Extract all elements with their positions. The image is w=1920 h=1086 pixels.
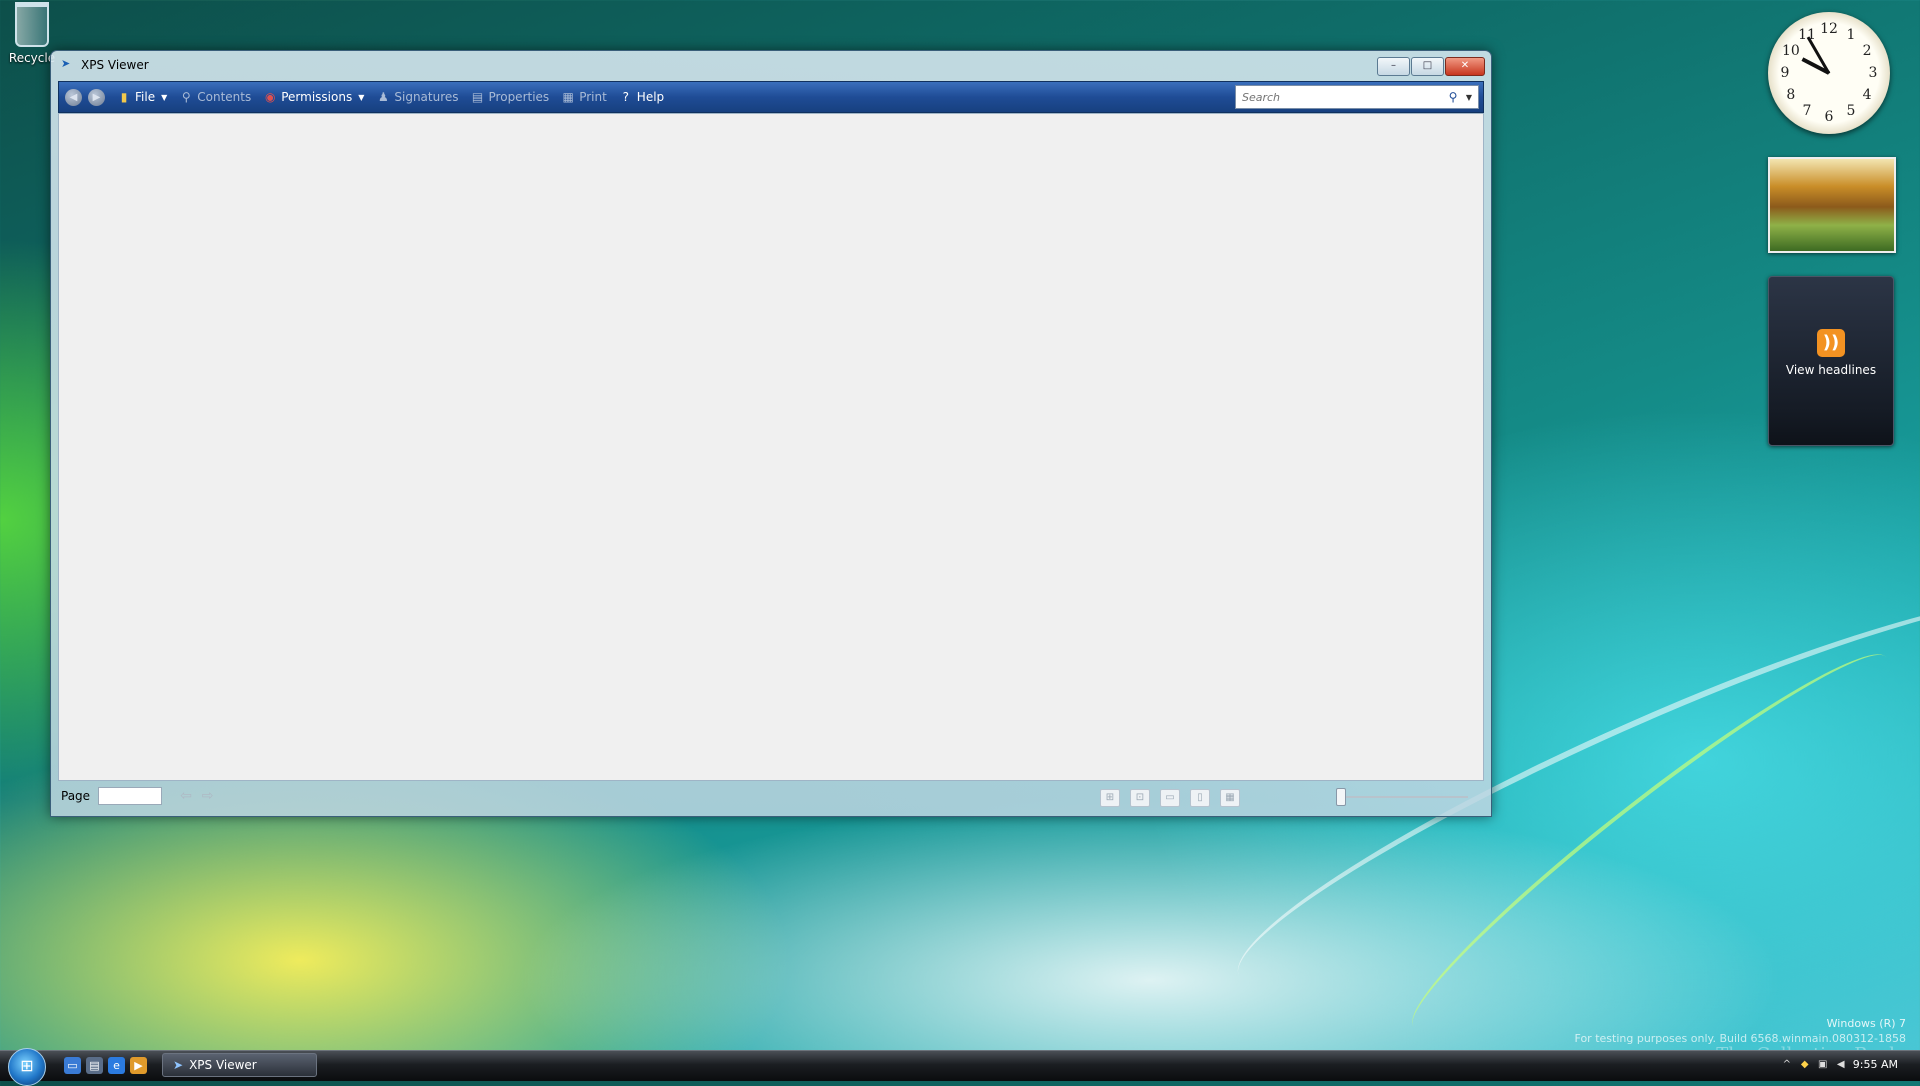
- taskbar-button-label: XPS Viewer: [189, 1058, 257, 1072]
- toolbar-help-button[interactable]: ? Help: [619, 90, 665, 104]
- window-title: XPS Viewer: [81, 58, 149, 72]
- page-label: Page: [61, 789, 91, 803]
- contents-icon: ⚲: [181, 90, 191, 104]
- media-player-icon[interactable]: ▶: [130, 1057, 147, 1074]
- slideshow-gadget[interactable]: [1768, 157, 1896, 253]
- clock-numeral: 3: [1868, 65, 1878, 81]
- next-page-arrow-icon[interactable]: ⇨: [202, 788, 214, 804]
- recycle-bin-label: Recycle: [8, 51, 56, 65]
- search-options-chevron-down-icon[interactable]: ▼: [1462, 93, 1476, 102]
- view-headlines-label[interactable]: View headlines: [1769, 363, 1893, 377]
- clock-numeral: 5: [1846, 103, 1856, 120]
- recycle-bin-icon: [15, 2, 49, 47]
- search-input[interactable]: [1240, 87, 1444, 107]
- toolbar-label: File: [135, 90, 156, 104]
- toolbar-label: Properties: [488, 90, 550, 104]
- show-desktop-icon[interactable]: ▭: [64, 1057, 81, 1074]
- build-watermark: Windows (R) 7 For testing purposes only.…: [1575, 1016, 1906, 1046]
- actual-size-icon[interactable]: ⊞: [1100, 789, 1120, 807]
- toolbar-file-menu[interactable]: ▮ File ▼: [117, 90, 168, 104]
- search-box: ⚲ ▼: [1235, 85, 1479, 109]
- maximize-button[interactable]: □: [1411, 57, 1444, 76]
- status-bar: Page ⇦ ⇨ ⊞ ⊡ ▭ ▯ ▦: [58, 781, 1482, 811]
- file-icon: ▮: [120, 90, 128, 104]
- switch-windows-icon[interactable]: ▤: [86, 1057, 103, 1074]
- print-icon: ▦: [562, 90, 574, 104]
- network-icon[interactable]: ▣: [1817, 1059, 1829, 1071]
- clock-numeral: 8: [1786, 87, 1796, 103]
- volume-icon[interactable]: ◀: [1835, 1059, 1847, 1071]
- rss-icon: )): [1817, 329, 1845, 357]
- chevron-down-icon: ▼: [358, 92, 365, 102]
- xps-viewer-window: ➤ XPS Viewer – □ ✕ ◀ ▶ ▮ File ▼ ⚲ Contents ◉ P…: [50, 50, 1492, 817]
- xps-app-icon: ➤: [173, 1058, 184, 1072]
- help-icon: ?: [622, 90, 629, 104]
- toolbar-label: Permissions: [281, 90, 353, 104]
- document-viewport[interactable]: [58, 113, 1484, 781]
- clock-numeral: 7: [1802, 103, 1812, 120]
- toolbar-permissions-menu[interactable]: ◉ Permissions ▼: [263, 90, 364, 104]
- forward-button[interactable]: ▶: [88, 88, 105, 106]
- toolbar-signatures-button[interactable]: ♟ Signatures: [376, 90, 459, 104]
- toolbar-properties-button[interactable]: ▤ Properties: [471, 90, 550, 104]
- permissions-icon: ◉: [264, 90, 276, 104]
- properties-icon: ▤: [471, 90, 484, 104]
- zoom-slider-thumb[interactable]: [1336, 788, 1346, 806]
- taskbar: ⊞ ▭ ▤ e ▶ ➤ XPS Viewer ^ ◆ ▣ ◀ 9:55 AM: [0, 1048, 1920, 1086]
- toolbar-label: Signatures: [394, 90, 459, 104]
- quick-launch: ▭ ▤ e ▶: [64, 1057, 147, 1074]
- search-icon[interactable]: ⚲: [1444, 90, 1462, 104]
- two-pages-icon[interactable]: ▯: [1190, 789, 1210, 807]
- toolbar-contents-button[interactable]: ⚲ Contents: [179, 90, 251, 104]
- toolbar-print-button[interactable]: ▦ Print: [561, 90, 607, 104]
- chevron-down-icon: ▼: [161, 92, 168, 102]
- minimize-button[interactable]: –: [1377, 57, 1410, 76]
- fit-width-icon[interactable]: ⊡: [1130, 789, 1150, 807]
- clock-numeral: 11: [1798, 26, 1816, 43]
- toolbar-label: Help: [636, 90, 665, 104]
- xps-app-icon: ➤: [61, 57, 71, 70]
- signatures-icon: ♟: [377, 90, 389, 104]
- close-button[interactable]: ✕: [1445, 57, 1485, 76]
- clock-numeral: 9: [1780, 65, 1790, 81]
- taskbar-clock[interactable]: 9:55 AM: [1853, 1058, 1898, 1071]
- taskbar-xps-viewer-button[interactable]: ➤ XPS Viewer: [162, 1053, 317, 1077]
- command-toolbar: ◀ ▶ ▮ File ▼ ⚲ Contents ◉ Permissions ▼ ♟ Signatu…: [58, 81, 1484, 113]
- clock-numeral: 12: [1820, 21, 1838, 37]
- show-hidden-icons-chevron-icon[interactable]: ^: [1781, 1059, 1793, 1071]
- clock-numeral: 10: [1781, 43, 1800, 59]
- page-number-input[interactable]: [98, 787, 163, 805]
- thumbnails-icon[interactable]: ▦: [1220, 789, 1240, 807]
- start-orb-button[interactable]: ⊞: [8, 1048, 46, 1086]
- clock-numeral: 6: [1824, 109, 1834, 125]
- toolbar-label: Print: [579, 90, 607, 104]
- back-button[interactable]: ◀: [65, 88, 82, 106]
- watermark-os: Windows (R) 7: [1826, 1017, 1906, 1030]
- clock-numeral: 2: [1862, 43, 1872, 59]
- internet-explorer-icon[interactable]: e: [108, 1057, 125, 1074]
- clock-numeral: 1: [1846, 26, 1856, 43]
- security-shield-icon[interactable]: ◆: [1799, 1059, 1811, 1071]
- clock-gadget[interactable]: 12 1 2 3 4 5 6 7 8 9 10 11: [1768, 12, 1890, 134]
- feed-headlines-gadget[interactable]: )) View headlines: [1768, 276, 1894, 446]
- previous-page-arrow-icon[interactable]: ⇦: [180, 788, 192, 804]
- clock-numeral: 4: [1862, 87, 1872, 103]
- whole-page-icon[interactable]: ▭: [1160, 789, 1180, 807]
- zoom-slider[interactable]: [1336, 788, 1468, 806]
- notification-area: ^ ◆ ▣ ◀ 9:55 AM: [1781, 1058, 1898, 1071]
- window-titlebar[interactable]: ➤ XPS Viewer – □ ✕: [51, 51, 1491, 79]
- toolbar-label: Contents: [197, 90, 252, 104]
